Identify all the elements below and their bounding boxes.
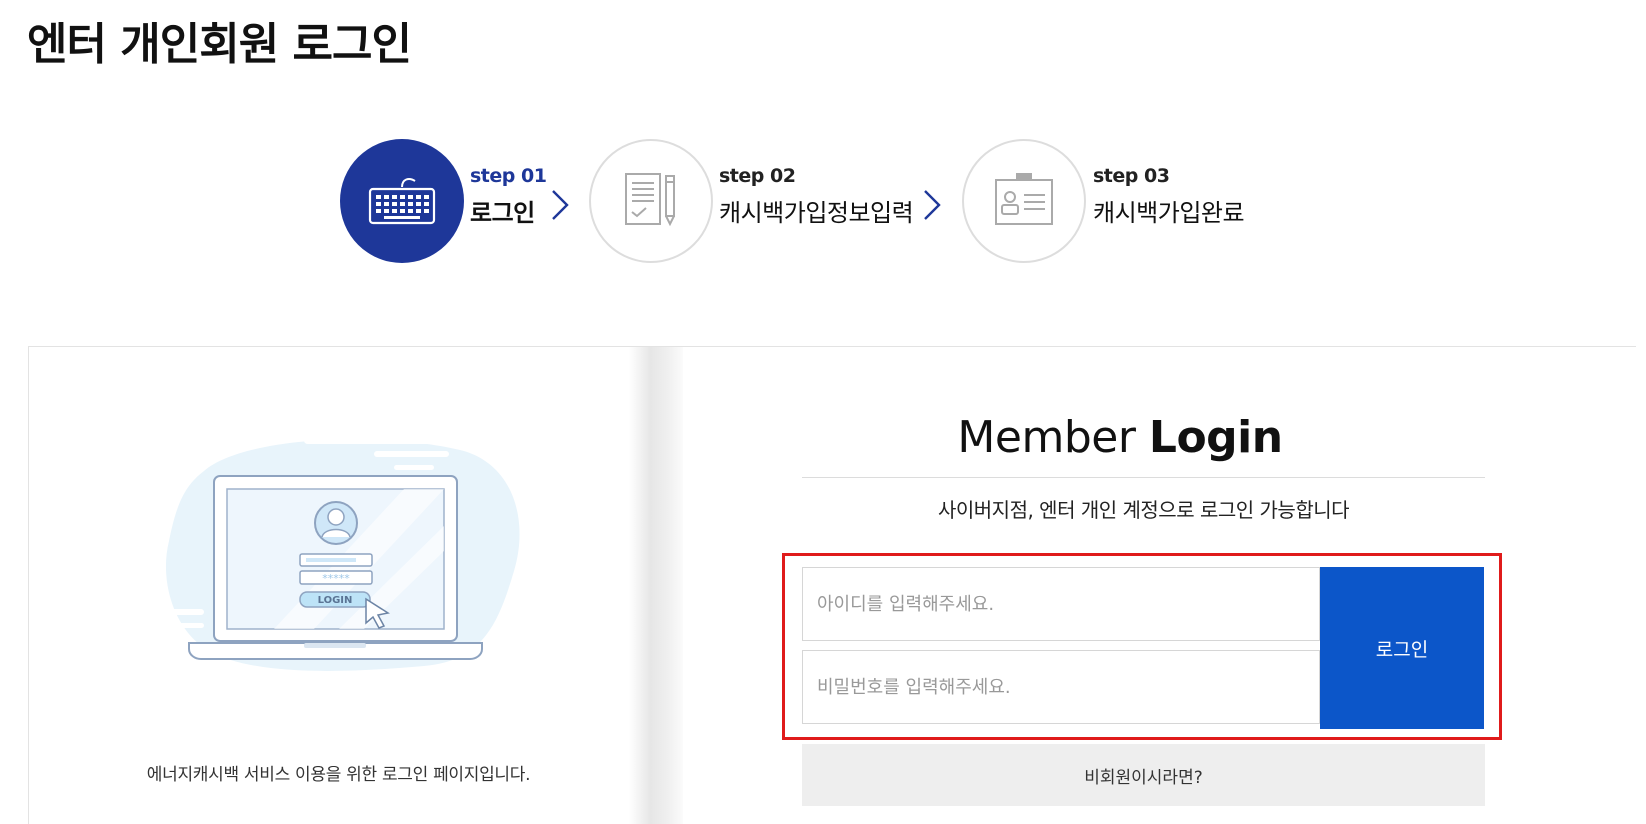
- step-3-label: 캐시백가입완료: [1093, 199, 1245, 227]
- page-title: 엔터 개인회원 로그인: [27, 19, 412, 70]
- member-login-title: Member Login: [780, 412, 1460, 463]
- step-1-text: step 01 로그인: [470, 165, 547, 228]
- laptop-login-illustration: ***** LOGIN: [164, 437, 520, 671]
- chevron-right-icon: [552, 190, 569, 220]
- illustration-login-text: LOGIN: [318, 595, 353, 606]
- panel-divider-shadow: [629, 347, 683, 824]
- step-2-text: step 02 캐시백가입정보입력: [719, 165, 914, 228]
- title-divider: [802, 477, 1485, 478]
- password-input[interactable]: [802, 650, 1320, 724]
- member-title-bold: Login: [1148, 412, 1283, 463]
- nonmember-link[interactable]: 비회원이시라면?: [802, 744, 1485, 806]
- step-1-number: step 01: [470, 165, 547, 187]
- step-2-number: step 02: [719, 165, 796, 187]
- step-1-circle: [340, 139, 464, 263]
- chevron-right-icon: [924, 190, 941, 220]
- id-card-icon: [995, 173, 1053, 225]
- step-2-label: 캐시백가입정보입력: [719, 199, 914, 227]
- login-subtitle: 사이버지점, 엔터 개인 계정으로 로그인 가능합니다: [937, 498, 1350, 522]
- left-pane: ***** LOGIN 에너지캐시백 서비스 이용을 위한 로그인 페이지입니다…: [29, 347, 648, 824]
- step-2-circle: [589, 139, 713, 263]
- left-caption: 에너지캐시백 서비스 이용을 위한 로그인 페이지입니다.: [146, 765, 531, 785]
- document-pencil-icon: [625, 173, 675, 227]
- illustration-password-mask: *****: [322, 572, 350, 585]
- member-title-light: Member: [957, 412, 1136, 463]
- step-3-text: step 03 캐시백가입완료: [1093, 165, 1245, 228]
- keyboard-icon: [368, 178, 436, 225]
- id-input[interactable]: [802, 567, 1320, 641]
- step-3-circle: [962, 139, 1086, 263]
- login-button[interactable]: 로그인: [1320, 567, 1484, 729]
- step-3-number: step 03: [1093, 165, 1170, 187]
- step-1-label: 로그인: [470, 199, 535, 227]
